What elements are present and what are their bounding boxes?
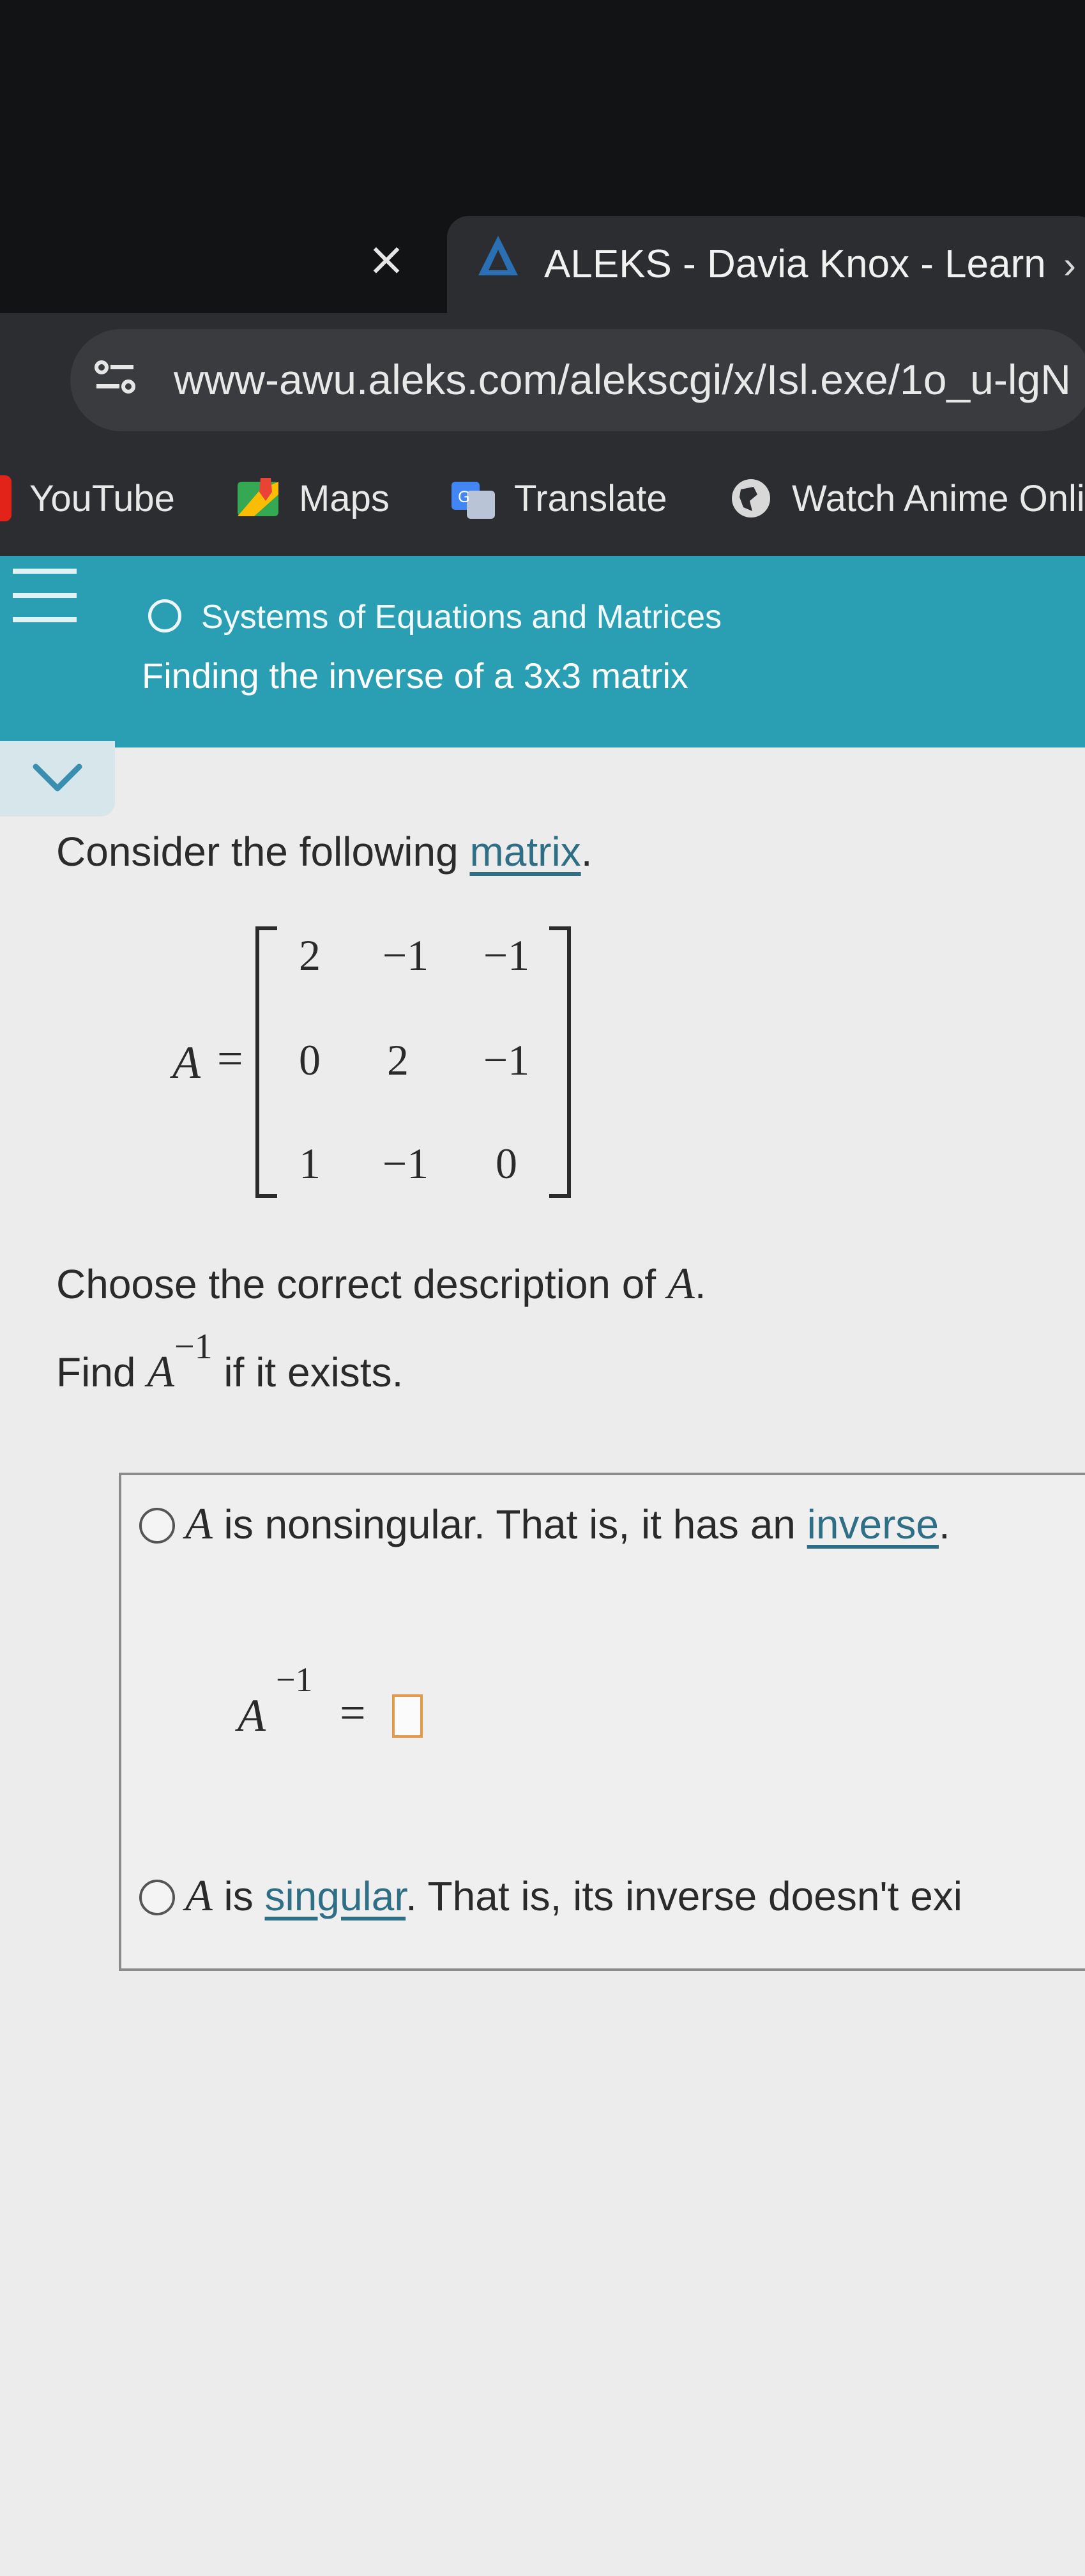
youtube-icon xyxy=(0,475,11,521)
matrix-cell: −1 xyxy=(382,1139,429,1188)
matrix-link[interactable]: matrix xyxy=(469,829,580,875)
aleks-header xyxy=(0,556,1085,747)
matrix-cell: −1 xyxy=(483,931,530,979)
subtopic-title: Finding the inverse of a 3x3 matrix xyxy=(142,656,688,696)
topic-title: Systems of Equations and Matrices xyxy=(201,599,722,636)
chevron-down-icon xyxy=(33,763,82,792)
matrix-cell: −1 xyxy=(483,1036,530,1084)
inverse-var: A xyxy=(238,1690,266,1741)
bookmark-label: Watch Anime Onli xyxy=(792,477,1085,519)
translate-icon: G xyxy=(451,482,495,519)
collapse-button[interactable] xyxy=(0,741,115,816)
matrix-cell: 2 xyxy=(387,1036,409,1084)
singular-link[interactable]: singular xyxy=(265,1873,406,1919)
radio-nonsingular[interactable] xyxy=(139,1508,175,1544)
url-text[interactable]: www-awu.aleks.com/alekscgi/x/Isl.exe/1o_… xyxy=(174,355,1071,404)
radio-singular[interactable] xyxy=(139,1880,175,1915)
intro-end: . xyxy=(580,829,593,875)
choose-instruction: Choose the correct description of A. xyxy=(56,1259,706,1308)
topic-progress-icon xyxy=(148,599,181,632)
bookmark-watch-anime[interactable]: Watch Anime Onli xyxy=(728,473,1085,524)
menu-icon[interactable] xyxy=(13,569,77,671)
matrix-equals: = xyxy=(217,1033,243,1084)
site-info-icon[interactable] xyxy=(93,355,137,399)
bookmark-label: YouTube xyxy=(29,477,175,519)
svg-text:G: G xyxy=(458,488,470,506)
tab-title: ALEKS - Davia Knox - Learn xyxy=(544,242,1046,286)
bookmark-label: Maps xyxy=(299,477,390,519)
intro-text: Consider the following xyxy=(56,829,470,875)
option-singular-label[interactable]: A is singular. That is, its inverse does… xyxy=(185,1871,962,1922)
bookmark-youtube[interactable]: YouTube xyxy=(0,473,175,524)
aleks-favicon-icon xyxy=(478,236,518,275)
inverse-equals: = xyxy=(340,1687,366,1738)
globe-icon xyxy=(732,479,770,518)
inverse-link[interactable]: inverse xyxy=(807,1501,939,1547)
matrix-cell: 2 xyxy=(299,931,321,979)
matrix-cell: 0 xyxy=(299,1036,321,1084)
inverse-exponent: −1 xyxy=(276,1660,313,1699)
bookmark-maps[interactable]: Maps xyxy=(235,473,390,524)
maps-icon xyxy=(238,478,278,516)
matrix-cell: 0 xyxy=(496,1139,517,1188)
matrix-name: A xyxy=(172,1037,201,1088)
bookmark-translate[interactable]: G Translate xyxy=(450,473,667,524)
tab-close-icon[interactable]: × xyxy=(358,230,415,288)
bookmark-label: Translate xyxy=(514,477,667,519)
tab-scroll-right-icon[interactable]: › xyxy=(1063,243,1076,287)
problem-intro: Consider the following matrix. xyxy=(56,828,592,875)
matrix-cell: −1 xyxy=(382,931,429,979)
find-instruction: Find A−1 if it exists. xyxy=(56,1327,404,1397)
inverse-answer-input[interactable] xyxy=(392,1694,423,1738)
option-nonsingular-label[interactable]: A is nonsingular. That is, it has an inv… xyxy=(185,1499,950,1550)
matrix-cell: 1 xyxy=(299,1139,321,1188)
